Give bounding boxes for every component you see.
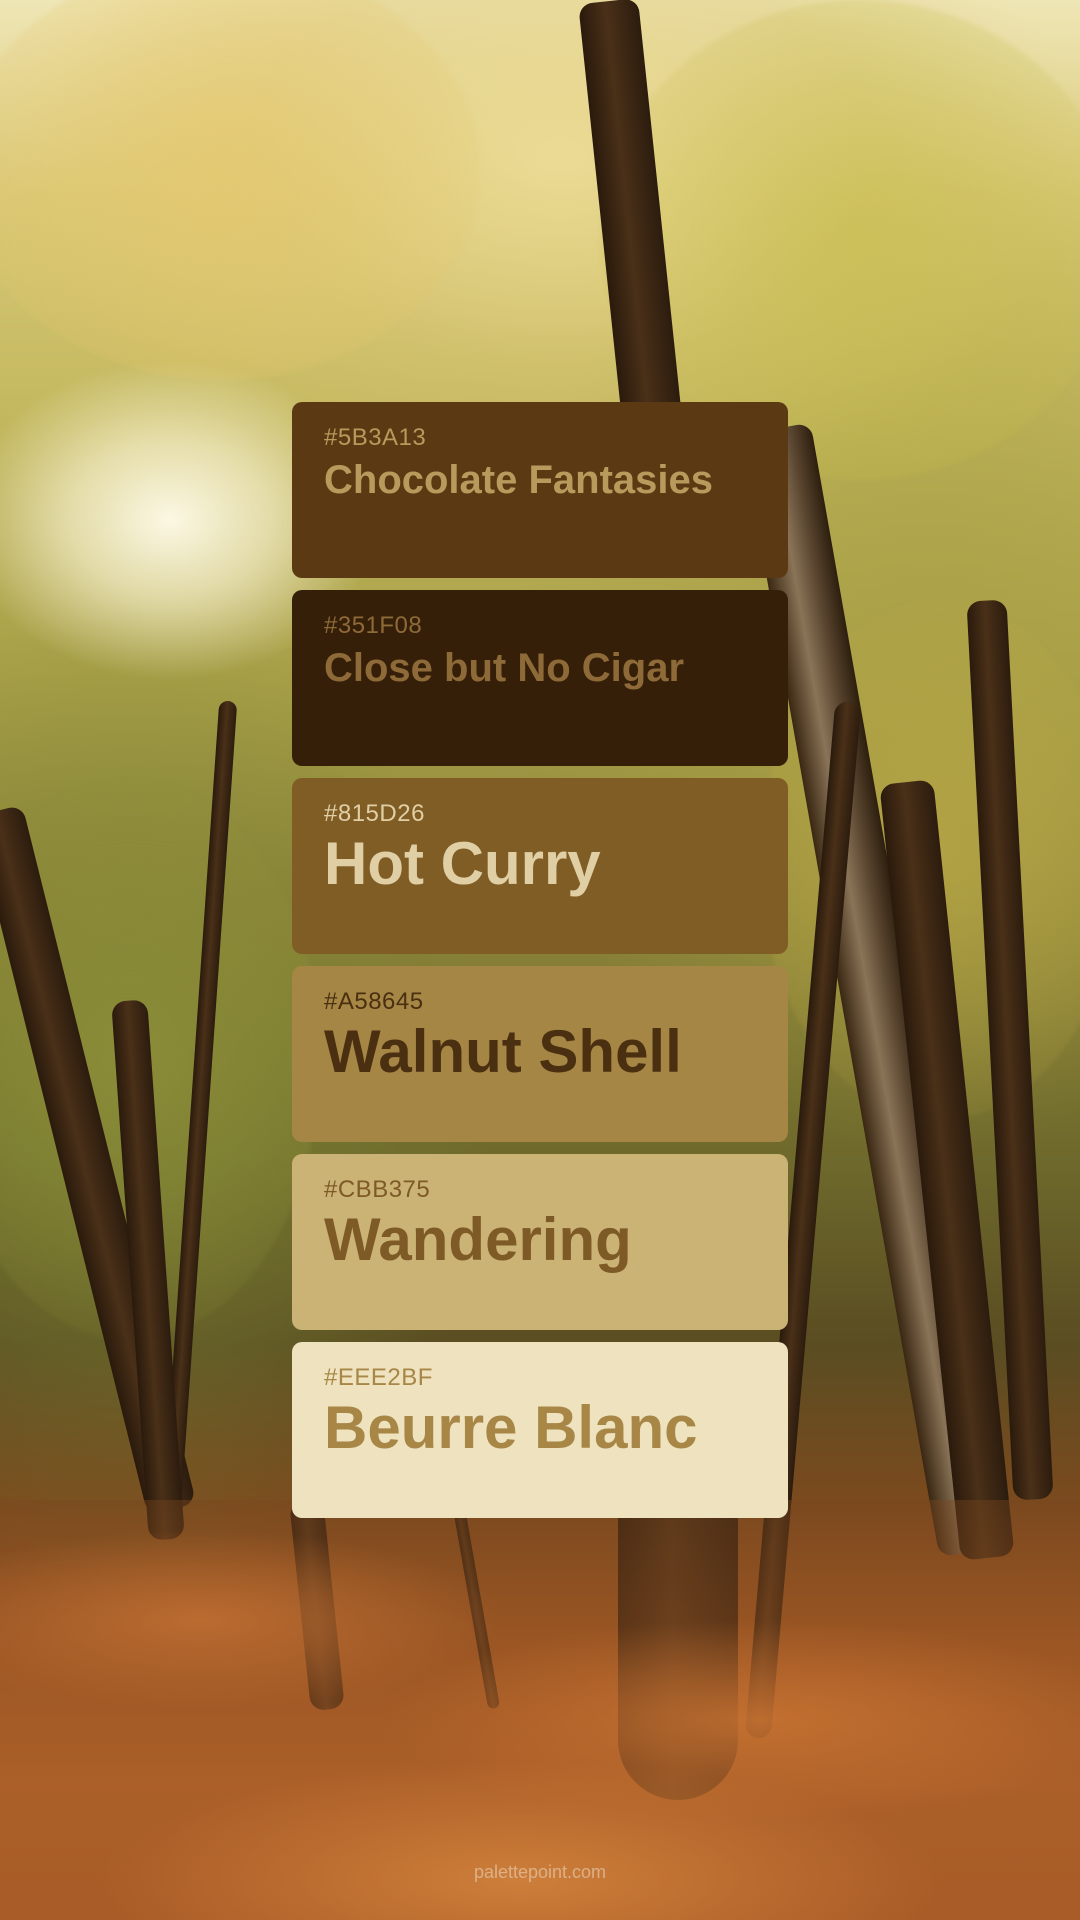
swatch-hex: #5B3A13 [324,424,427,451]
swatch-name: Wandering [324,1206,632,1273]
swatch-name: Hot Curry [324,830,601,897]
color-palette: #5B3A13 Chocolate Fantasies #351F08 Clos… [292,402,788,1530]
leaf-covered-ground [0,1500,1080,1920]
swatch-chocolate-fantasies: #5B3A13 Chocolate Fantasies [292,402,788,578]
swatch-hot-curry: #815D26 Hot Curry [292,778,788,954]
swatch-hex: #A58645 [324,988,424,1015]
swatch-name: Walnut Shell [324,1018,682,1085]
watermark-footer: palettepoint.com [473,1862,607,1882]
swatch-name: Close but No Cigar [324,646,685,690]
foliage-cluster [0,0,480,380]
swatch-wandering: #CBB375 Wandering [292,1154,788,1330]
swatch-name: Chocolate Fantasies [324,458,714,502]
swatch-hex: #351F08 [324,612,423,639]
swatch-hex: #815D26 [324,800,425,827]
swatch-beurre-blanc: #EEE2BF Beurre Blanc [292,1342,788,1518]
swatch-close-but-no-cigar: #351F08 Close but No Cigar [292,590,788,766]
swatch-walnut-shell: #A58645 Walnut Shell [292,966,788,1142]
swatch-name: Beurre Blanc [324,1394,698,1461]
swatch-hex: #CBB375 [324,1176,431,1203]
swatch-hex: #EEE2BF [324,1364,433,1391]
